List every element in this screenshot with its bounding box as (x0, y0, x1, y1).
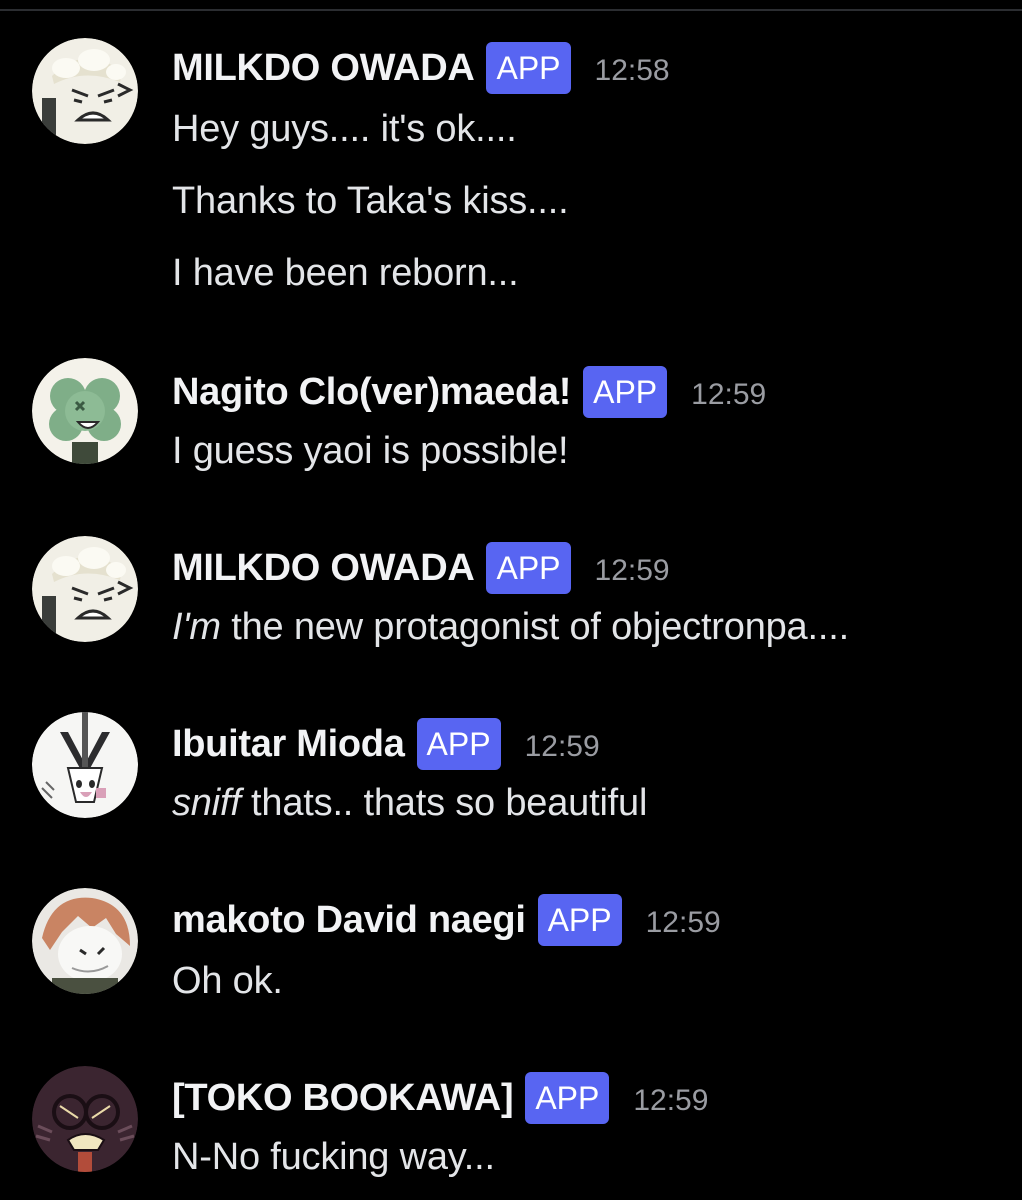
username[interactable]: MILKDO OWADA (172, 547, 475, 590)
message-text: Oh ok. (172, 960, 283, 1002)
message-header: Nagito Clo(ver)maeda! APP 12:59 (172, 366, 766, 418)
guitar-avatar-icon (32, 712, 138, 818)
username[interactable]: Ibuitar Mioda (172, 723, 405, 766)
milk-carton-avatar-icon (32, 536, 138, 642)
message-text: sniff thats.. thats so beautiful (172, 782, 647, 825)
message-text: I have been reborn... (172, 252, 519, 294)
italic-text: sniff (172, 782, 241, 824)
user-avatar[interactable] (32, 888, 138, 994)
username[interactable]: Nagito Clo(ver)maeda! (172, 371, 571, 414)
timestamp[interactable]: 12:59 (691, 378, 766, 412)
user-avatar[interactable] (32, 1066, 138, 1172)
message-text: Thanks to Taka's kiss.... (172, 180, 569, 222)
plain-text: the new protagonist of objectronpa.... (220, 606, 849, 648)
timestamp[interactable]: 12:59 (525, 730, 600, 764)
app-tag-badge: APP (537, 894, 622, 946)
message-header: [TOKO BOOKAWA] APP 12:59 (172, 1072, 708, 1124)
message-header: makoto David naegi APP 12:59 (172, 894, 721, 946)
milk-carton-avatar-icon (32, 38, 138, 144)
username[interactable]: MILKDO OWADA (172, 47, 475, 90)
app-tag-badge: APP (486, 42, 571, 94)
user-avatar[interactable] (32, 712, 138, 818)
app-tag-badge: APP (583, 366, 668, 418)
app-tag-badge: APP (525, 1072, 610, 1124)
message-text: I guess yaoi is possible! (172, 430, 569, 472)
username[interactable]: [TOKO BOOKAWA] (172, 1077, 514, 1120)
app-tag-badge: APP (486, 542, 571, 594)
user-avatar[interactable] (32, 536, 138, 642)
book-glasses-avatar-icon (32, 1066, 138, 1172)
username[interactable]: makoto David naegi (172, 899, 526, 942)
user-avatar[interactable] (32, 358, 138, 464)
timestamp[interactable]: 12:59 (633, 1084, 708, 1118)
message-header: MILKDO OWADA APP 12:58 (172, 42, 670, 94)
message-text: I'm the new protagonist of objectronpa..… (172, 606, 849, 649)
user-avatar[interactable] (32, 38, 138, 144)
plain-text: thats.. thats so beautiful (240, 782, 648, 824)
message-header: MILKDO OWADA APP 12:59 (172, 542, 670, 594)
message-header: Ibuitar Mioda APP 12:59 (172, 718, 600, 770)
top-divider (0, 9, 1022, 11)
timestamp[interactable]: 12:59 (646, 906, 721, 940)
app-tag-badge: APP (416, 718, 501, 770)
timestamp[interactable]: 12:58 (595, 54, 670, 88)
message-text: Hey guys.... it's ok.... (172, 108, 517, 150)
hair-character-avatar-icon (32, 888, 138, 994)
clover-avatar-icon (32, 358, 138, 464)
italic-text: I'm (172, 606, 221, 648)
timestamp[interactable]: 12:59 (595, 554, 670, 588)
message-text: N-No fucking way... (172, 1136, 495, 1178)
